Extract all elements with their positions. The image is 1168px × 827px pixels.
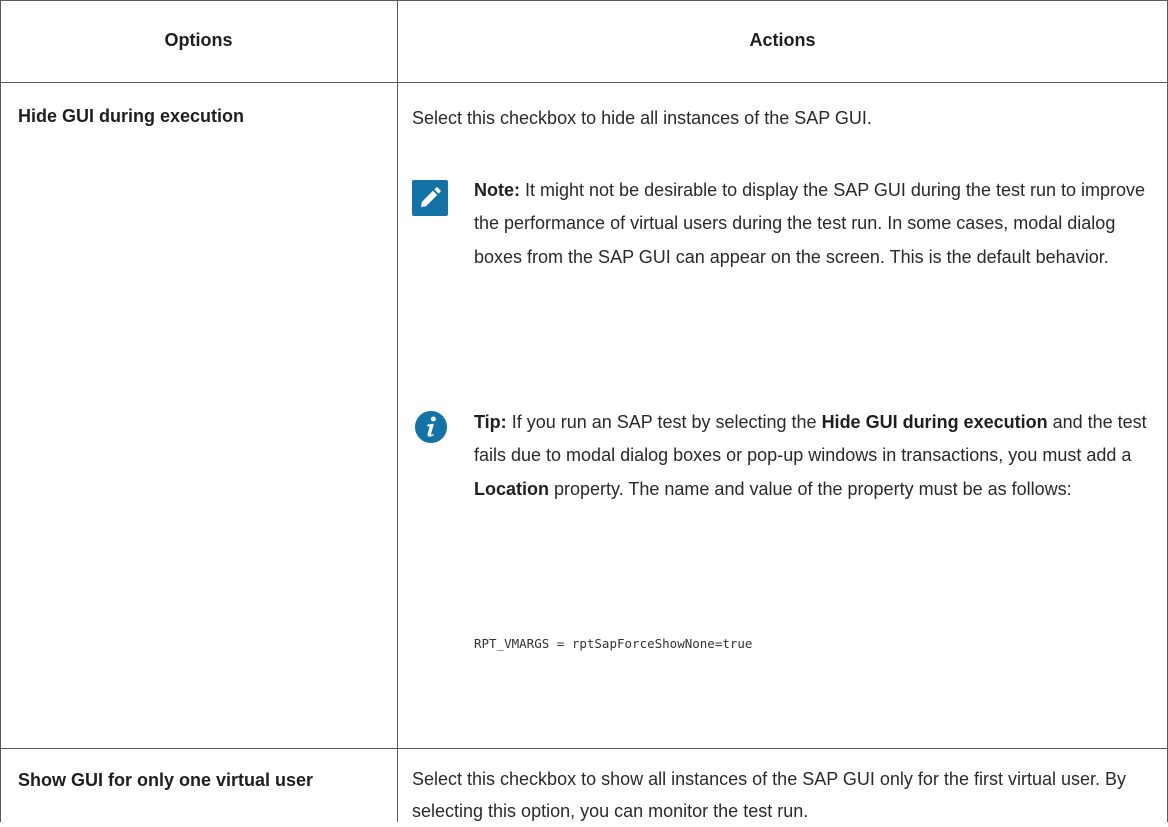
options-table: Options Actions Hide GUI during executio…	[0, 0, 1168, 822]
tip-bold-location: Location	[474, 478, 549, 499]
option-hide-gui: Hide GUI during execution	[18, 106, 245, 126]
header-options: Options	[164, 30, 233, 50]
table-left-border	[0, 0, 1, 822]
option-show-gui: Show GUI for only one virtual user	[18, 770, 314, 790]
tip-text-3: property. The name and value of the prop…	[554, 478, 1072, 499]
note-callout: Note: It might not be desirable to displ…	[412, 180, 1152, 340]
header-actions: Actions	[749, 30, 816, 50]
note-text: It might not be desirable to display the…	[474, 180, 1146, 267]
tip-bold-option: Hide GUI during execution	[821, 412, 1048, 432]
info-icon	[414, 410, 448, 444]
row-divider	[0, 748, 1168, 749]
header-divider	[0, 82, 1168, 83]
pencil-icon	[412, 180, 448, 216]
tip-callout: Tip: If you run an SAP test by selecting…	[412, 406, 1152, 586]
tip-text-1: If you run an SAP test by selecting the	[511, 412, 817, 432]
code-sample: RPT_VMARGS = rptSapForceShowNone=true	[474, 636, 753, 651]
tip-label: Tip:	[474, 412, 507, 432]
note-label: Note:	[474, 180, 520, 200]
table-top-border	[0, 0, 1168, 1]
action-show-gui: Select this checkbox to show all instanc…	[412, 769, 1126, 821]
action-hide-gui: Select this checkbox to hide all instanc…	[412, 108, 872, 128]
column-divider	[397, 0, 398, 822]
